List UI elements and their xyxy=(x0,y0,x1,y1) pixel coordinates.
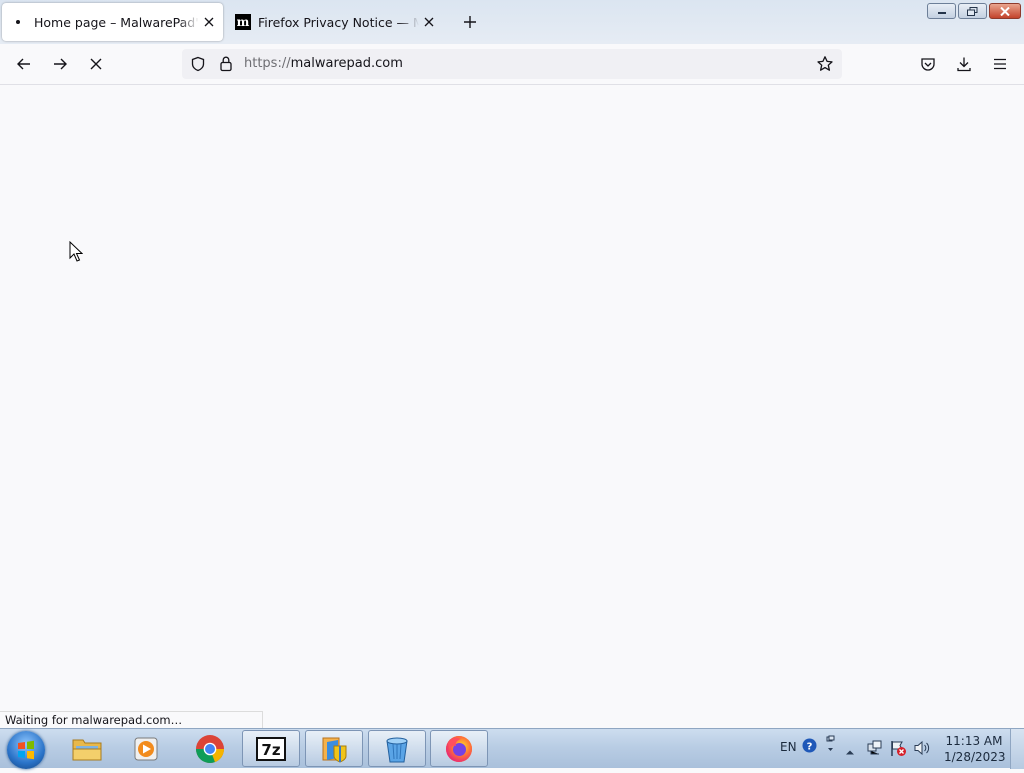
minimize-button[interactable] xyxy=(927,3,956,19)
taskbar-7zip[interactable]: 7z xyxy=(242,730,300,767)
help-icon[interactable]: ? xyxy=(802,738,817,757)
tab-malwarepad[interactable]: Home page – MalwarePad's xyxy=(2,3,223,41)
recycle-bin-icon xyxy=(386,737,408,762)
tab-firefox-privacy[interactable]: m Firefox Privacy Notice — Moz xyxy=(229,3,443,41)
show-desktop-button[interactable] xyxy=(1010,729,1024,769)
status-bar: Waiting for malwarepad.com… xyxy=(0,711,263,728)
window-controls xyxy=(925,3,1021,20)
chrome-icon xyxy=(196,734,225,763)
lock-icon[interactable] xyxy=(218,55,234,76)
bookmark-star-icon[interactable] xyxy=(816,55,834,77)
language-indicator[interactable]: EN xyxy=(780,740,797,754)
firefox-icon xyxy=(446,735,472,762)
address-bar[interactable]: https://malwarepad.com xyxy=(182,49,842,79)
taskbar-chrome[interactable] xyxy=(181,730,239,767)
navigation-toolbar: https://malwarepad.com xyxy=(0,44,1024,85)
page-content-area[interactable] xyxy=(0,85,1024,728)
svg-text:?: ? xyxy=(807,742,813,753)
clock-time: 11:13 AM xyxy=(945,734,1003,748)
windows-logo-icon xyxy=(18,740,34,760)
tracking-protection-shield-icon[interactable] xyxy=(190,56,206,76)
media-player-icon xyxy=(134,737,158,760)
clock-date: 1/28/2023 xyxy=(944,750,1006,764)
pocket-button[interactable] xyxy=(914,50,942,78)
downloads-button[interactable] xyxy=(950,50,978,78)
title-bar: Home page – MalwarePad's m Firefox Priva… xyxy=(0,0,1024,44)
tab-title: Firefox Privacy Notice — Moz xyxy=(258,14,419,30)
new-tab-button[interactable] xyxy=(458,10,482,34)
stop-loading-button[interactable] xyxy=(82,50,110,78)
forward-button[interactable] xyxy=(46,50,74,78)
tab-title: Home page – MalwarePad's xyxy=(34,14,199,30)
close-icon xyxy=(90,58,102,70)
taskbar-installer[interactable] xyxy=(305,730,363,767)
mozilla-favicon-icon: m xyxy=(235,14,251,30)
installer-shield-icon xyxy=(322,737,347,763)
taskbar-explorer[interactable] xyxy=(58,730,116,767)
arrow-left-icon xyxy=(17,58,30,70)
tab-close-icon[interactable] xyxy=(419,12,439,32)
action-center-flag-icon[interactable] xyxy=(889,739,907,761)
taskbar: 7z EN ? 11:13 AM 1/28/2023 xyxy=(0,728,1024,769)
input-options-icon[interactable] xyxy=(824,735,836,759)
tab-close-icon[interactable] xyxy=(199,12,219,32)
volume-speaker-icon[interactable] xyxy=(913,740,931,760)
close-window-button[interactable] xyxy=(989,3,1021,19)
restore-button[interactable] xyxy=(958,3,987,19)
url-text[interactable]: https://malwarepad.com xyxy=(244,56,403,71)
network-icon[interactable] xyxy=(866,739,884,761)
mouse-pointer-icon xyxy=(69,240,84,266)
chevron-up-icon[interactable] xyxy=(845,741,855,760)
svg-text:7z: 7z xyxy=(261,741,280,759)
folder-icon xyxy=(72,739,102,760)
back-button[interactable] xyxy=(10,50,38,78)
pocket-icon xyxy=(921,58,935,71)
taskbar-firefox[interactable] xyxy=(430,730,488,767)
7zip-icon: 7z xyxy=(256,736,286,761)
taskbar-media-player[interactable] xyxy=(118,730,176,767)
arrow-right-icon xyxy=(54,58,67,70)
plus-icon xyxy=(464,16,476,28)
start-button[interactable] xyxy=(7,731,45,769)
taskbar-recycle-bin[interactable] xyxy=(368,730,426,767)
system-clock[interactable]: 11:13 AM 1/28/2023 xyxy=(944,733,1006,765)
tab-loading-dot xyxy=(16,20,20,24)
download-icon xyxy=(957,57,971,72)
hamburger-menu-icon xyxy=(994,58,1006,70)
app-menu-button[interactable] xyxy=(986,50,1014,78)
